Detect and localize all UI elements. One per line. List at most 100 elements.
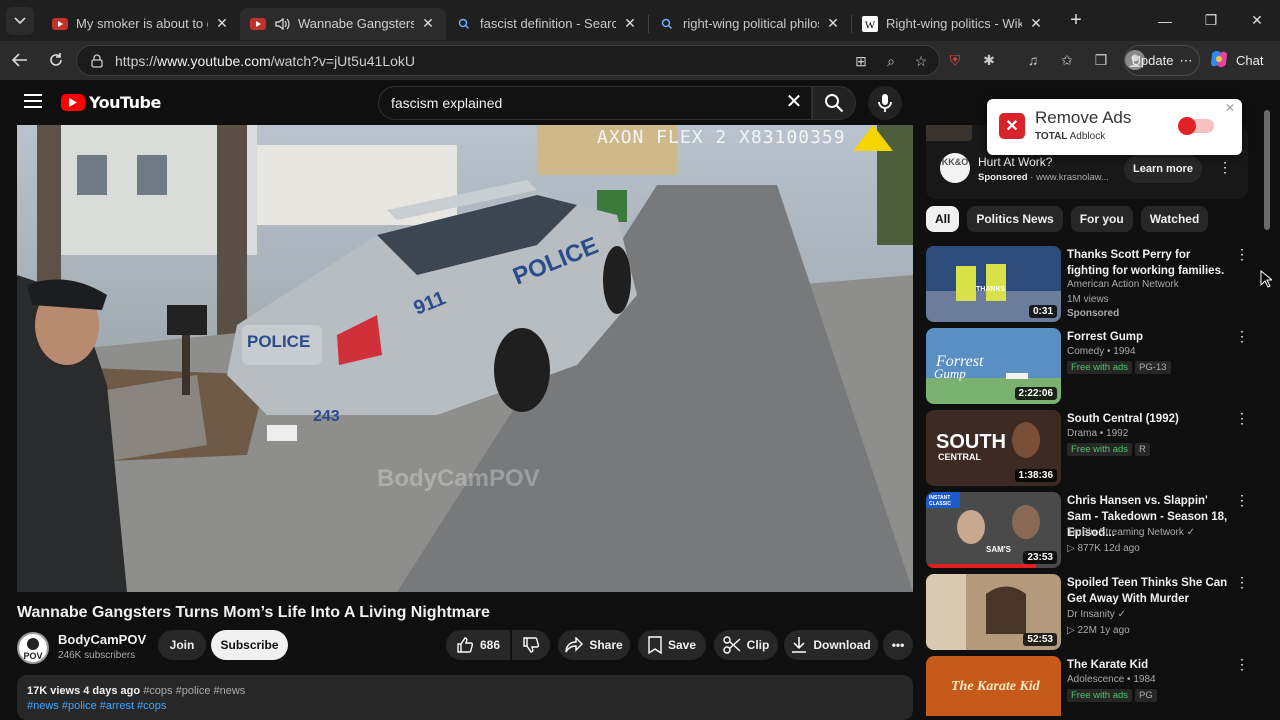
tab-close-icon[interactable]: ✕	[825, 15, 841, 32]
save-button[interactable]: Save	[638, 630, 706, 660]
ad-more-icon[interactable]: ⋮	[1218, 159, 1232, 176]
page-scrollbar[interactable]	[1262, 100, 1272, 715]
recommendation-item[interactable]: INSTANT CLASSIC SAM'S 23:53 Chris Hansen v…	[926, 492, 1250, 568]
video-thumbnail[interactable]: The Karate Kid	[926, 656, 1061, 716]
more-options-icon[interactable]: ⋮	[1235, 656, 1249, 673]
tab-close-icon[interactable]: ✕	[420, 15, 436, 32]
dislike-button[interactable]	[512, 630, 550, 660]
free-with-ads-badge: Free with ads	[1067, 361, 1133, 374]
tab-3[interactable]: fascist definition - Search ✕	[446, 8, 648, 40]
clip-label: Clip	[746, 638, 770, 652]
brand-bold: TOTAL	[1035, 131, 1068, 142]
reading-mode-icon[interactable]: ♫	[1023, 50, 1043, 70]
channel-avatar[interactable]: POV	[17, 632, 49, 664]
free-with-ads-badge: Free with ads	[1067, 443, 1133, 456]
download-button[interactable]: Download	[784, 630, 878, 660]
search-query: fascism explained	[391, 95, 503, 111]
tab-2-active[interactable]: Wannabe Gangsters Tu ✕	[240, 7, 446, 40]
chip-politics-news[interactable]: Politics News	[967, 206, 1063, 232]
speaker-icon[interactable]	[274, 16, 290, 32]
copilot-chat-button[interactable]: Chat	[1208, 45, 1263, 76]
restore-icon[interactable]: ❐	[1188, 0, 1234, 41]
favorite-star-icon[interactable]: ☆	[911, 51, 931, 71]
video-thumbnail[interactable]: INSTANT CLASSIC SAM'S 23:53	[926, 492, 1061, 568]
svg-text:POV: POV	[23, 651, 42, 661]
collections-icon[interactable]: ❒	[1091, 50, 1111, 70]
tab-close-icon[interactable]: ✕	[1028, 15, 1044, 32]
video-thumbnail[interactable]: 52:53	[926, 574, 1061, 650]
update-label: Update	[1131, 53, 1174, 68]
hamburger-menu-icon[interactable]	[24, 94, 42, 108]
share-label: Share	[589, 638, 623, 652]
more-options-icon[interactable]: ⋮	[1235, 410, 1249, 427]
more-options-icon[interactable]: ⋮	[1235, 574, 1249, 591]
tab-5[interactable]: W Right-wing politics - Wikipe ✕	[852, 8, 1054, 40]
back-arrow-icon[interactable]	[4, 44, 36, 76]
update-button[interactable]: Update ⋯	[1124, 45, 1200, 76]
chip-for-you[interactable]: For you	[1070, 206, 1133, 232]
search-input[interactable]: fascism explained	[378, 86, 812, 120]
search-icon	[825, 94, 844, 113]
chip-all[interactable]: All	[926, 206, 960, 232]
rating-badge: R	[1135, 443, 1150, 456]
chat-label: Chat	[1236, 53, 1264, 68]
favorites-icon[interactable]: ✩	[1057, 50, 1077, 70]
zoom-icon[interactable]: ⌕	[881, 51, 901, 71]
clip-button[interactable]: Clip	[714, 630, 778, 660]
svg-text:THANKS: THANKS	[976, 286, 1005, 293]
tab-1[interactable]: My smoker is about to get a ✕	[42, 8, 240, 40]
recommendation-item[interactable]: Forrest Gump 2:22:06 Forrest Gump Comedy …	[926, 328, 1250, 404]
address-bar[interactable]: https://www.youtube.com/watch?v=jUt5u41L…	[76, 45, 940, 76]
more-options-icon[interactable]: ⋮	[1235, 492, 1249, 509]
more-options-icon[interactable]: ⋮	[1235, 328, 1249, 345]
tab-list-chevron-icon[interactable]	[6, 6, 34, 35]
recommendation-item[interactable]: SOUTH CENTRAL 1:38:36 South Central (1992…	[926, 410, 1250, 486]
learn-more-button[interactable]: Learn more	[1124, 155, 1202, 183]
extension-shield-icon[interactable]: ⛨	[945, 50, 965, 70]
window-close-icon[interactable]: ✕	[1234, 0, 1280, 41]
recommendation-item[interactable]: THANKS 0:31 Thanks Scott Perry for fight…	[926, 246, 1250, 322]
clear-search-icon[interactable]: ✕	[782, 92, 806, 116]
minimize-icon[interactable]: —	[1142, 0, 1188, 41]
share-button[interactable]: Share	[558, 630, 630, 660]
channel-name[interactable]: BodyCamPOV	[58, 632, 146, 647]
video-duration: 1:38:36	[1014, 469, 1057, 482]
youtube-logo[interactable]: YouTube	[61, 93, 161, 112]
tab-close-icon[interactable]: ✕	[622, 15, 638, 32]
save-label: Save	[667, 638, 697, 652]
hashtag-links[interactable]: #news #police #arrest #cops	[27, 700, 903, 712]
like-button[interactable]: 686	[446, 630, 510, 660]
recommendation-item[interactable]: The Karate Kid The Karate Kid Adolescenc…	[926, 656, 1250, 716]
more-options-icon[interactable]: ⋮	[1235, 246, 1249, 263]
video-thumbnail[interactable]: Forrest Gump 2:22:06	[926, 328, 1061, 404]
recommendation-item[interactable]: 52:53 Spoiled Teen Thinks She Can Get Aw…	[926, 574, 1250, 650]
app-grid-icon[interactable]: ⊞	[851, 51, 871, 71]
mouse-cursor-icon	[1260, 269, 1274, 293]
video-duration: 0:31	[1028, 305, 1057, 318]
video-player[interactable]: POLICE POLICE 911 243 AXON FLEX 2 X83100…	[17, 125, 913, 592]
url-scheme: https://	[115, 52, 158, 69]
lock-icon[interactable]	[87, 51, 107, 71]
ad-sponsored-label: Sponsored	[978, 172, 1028, 183]
video-thumbnail[interactable]: THANKS 0:31	[926, 246, 1061, 322]
voice-search-mic-icon[interactable]	[868, 86, 902, 120]
new-tab-plus-icon[interactable]: +	[1060, 9, 1092, 32]
scrollbar-thumb[interactable]	[1264, 110, 1270, 230]
chip-watched[interactable]: Watched	[1140, 206, 1209, 232]
more-actions-button[interactable]: •••	[883, 630, 913, 660]
remove-ads-toggle[interactable]	[1178, 117, 1214, 135]
video-thumbnail[interactable]: SOUTH CENTRAL 1:38:36	[926, 410, 1061, 486]
search-button[interactable]	[812, 86, 856, 120]
video-title: Forrest Gump	[1067, 331, 1144, 343]
search-favicon-icon	[659, 16, 675, 32]
subscribe-button[interactable]: Subscribe	[211, 630, 288, 660]
extensions-puzzle-icon[interactable]: ✱	[979, 50, 999, 70]
reload-icon[interactable]	[40, 44, 72, 76]
filter-chips: All Politics News For you Watched	[926, 206, 1209, 232]
tab-close-icon[interactable]: ✕	[214, 15, 230, 32]
popup-close-icon[interactable]: ✕	[1225, 101, 1235, 115]
tab-4[interactable]: right-wing political philosop ✕	[649, 8, 851, 40]
description-box[interactable]: 17K views 4 days ago #cops #police #news…	[17, 675, 913, 720]
video-badges: Free with ads R	[1067, 443, 1150, 456]
join-button[interactable]: Join	[158, 630, 206, 660]
